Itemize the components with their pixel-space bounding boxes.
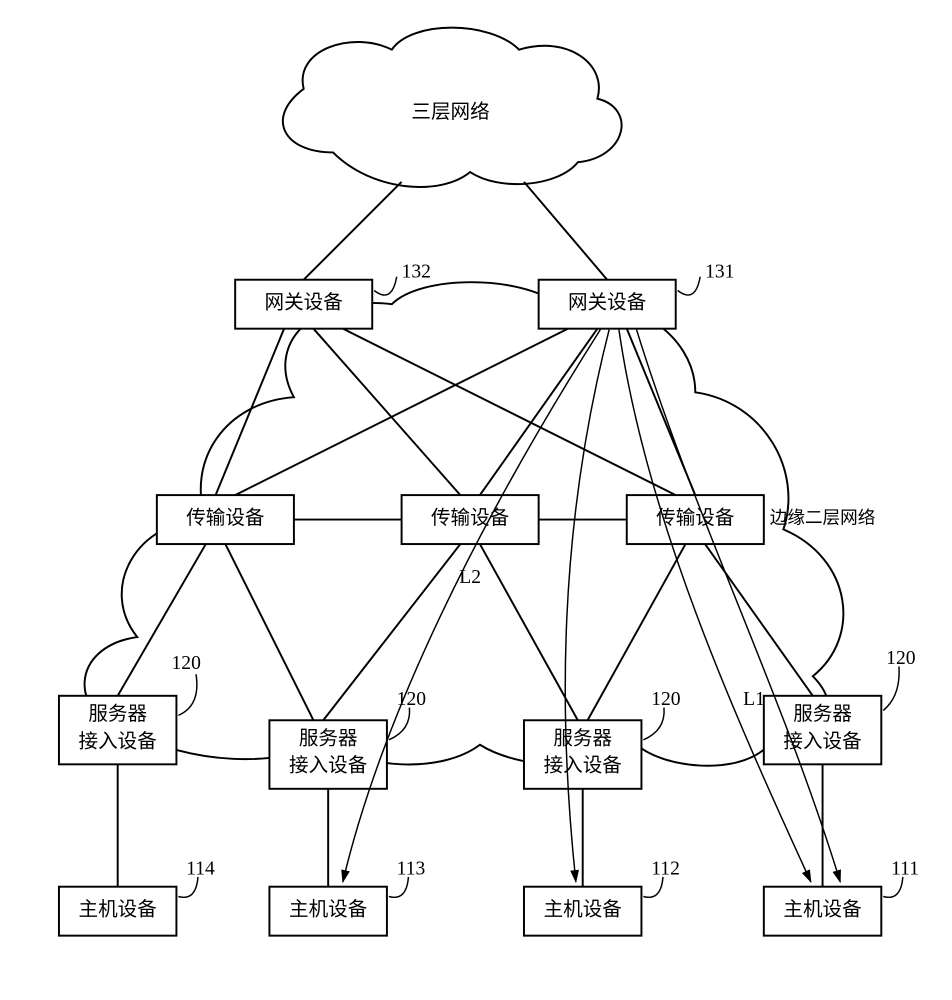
edge-l2-cloud-label: 边缘二层网络 bbox=[770, 508, 876, 528]
host-c-label: 主机设备 bbox=[544, 899, 623, 921]
host-c-ref: 112 bbox=[651, 859, 680, 880]
flow-L2-label: L2 bbox=[459, 567, 481, 588]
access-c-line2: 接入设备 bbox=[544, 755, 623, 777]
gateway-left-ref: 132 bbox=[402, 261, 431, 282]
host-b-label: 主机设备 bbox=[289, 899, 368, 921]
l3-cloud-label: 三层网络 bbox=[411, 101, 489, 123]
access-a-line1: 服务器 bbox=[88, 703, 147, 725]
transport-mid-label: 传输设备 bbox=[431, 507, 510, 529]
access-a-line2: 接入设备 bbox=[79, 730, 158, 752]
gateway-left-label: 网关设备 bbox=[265, 292, 344, 314]
access-d-ref: 120 bbox=[886, 648, 916, 669]
access-c-line1: 服务器 bbox=[553, 727, 612, 749]
host-b-ref: 113 bbox=[397, 859, 426, 880]
host-a-ref: 114 bbox=[186, 859, 215, 880]
host-a-label: 主机设备 bbox=[79, 899, 158, 921]
access-c-ref: 120 bbox=[651, 689, 681, 710]
network-diagram: 三层网络 边缘二层网络 网关设备 132 网关设备 131 传输设备 传输设备 … bbox=[10, 10, 942, 990]
access-d-line1: 服务器 bbox=[793, 703, 852, 725]
access-b-line1: 服务器 bbox=[299, 727, 358, 749]
access-a-ref: 120 bbox=[172, 653, 202, 674]
flow-L1-label: L1 bbox=[743, 689, 765, 710]
host-d-ref: 111 bbox=[891, 859, 919, 880]
transport-right-label: 传输设备 bbox=[656, 507, 735, 529]
gateway-right-ref: 131 bbox=[705, 261, 734, 282]
transport-left-label: 传输设备 bbox=[186, 507, 265, 529]
access-b-ref: 120 bbox=[397, 689, 427, 710]
access-b-line2: 接入设备 bbox=[289, 755, 368, 777]
host-d-label: 主机设备 bbox=[783, 899, 862, 921]
gateway-right-label: 网关设备 bbox=[568, 292, 647, 314]
